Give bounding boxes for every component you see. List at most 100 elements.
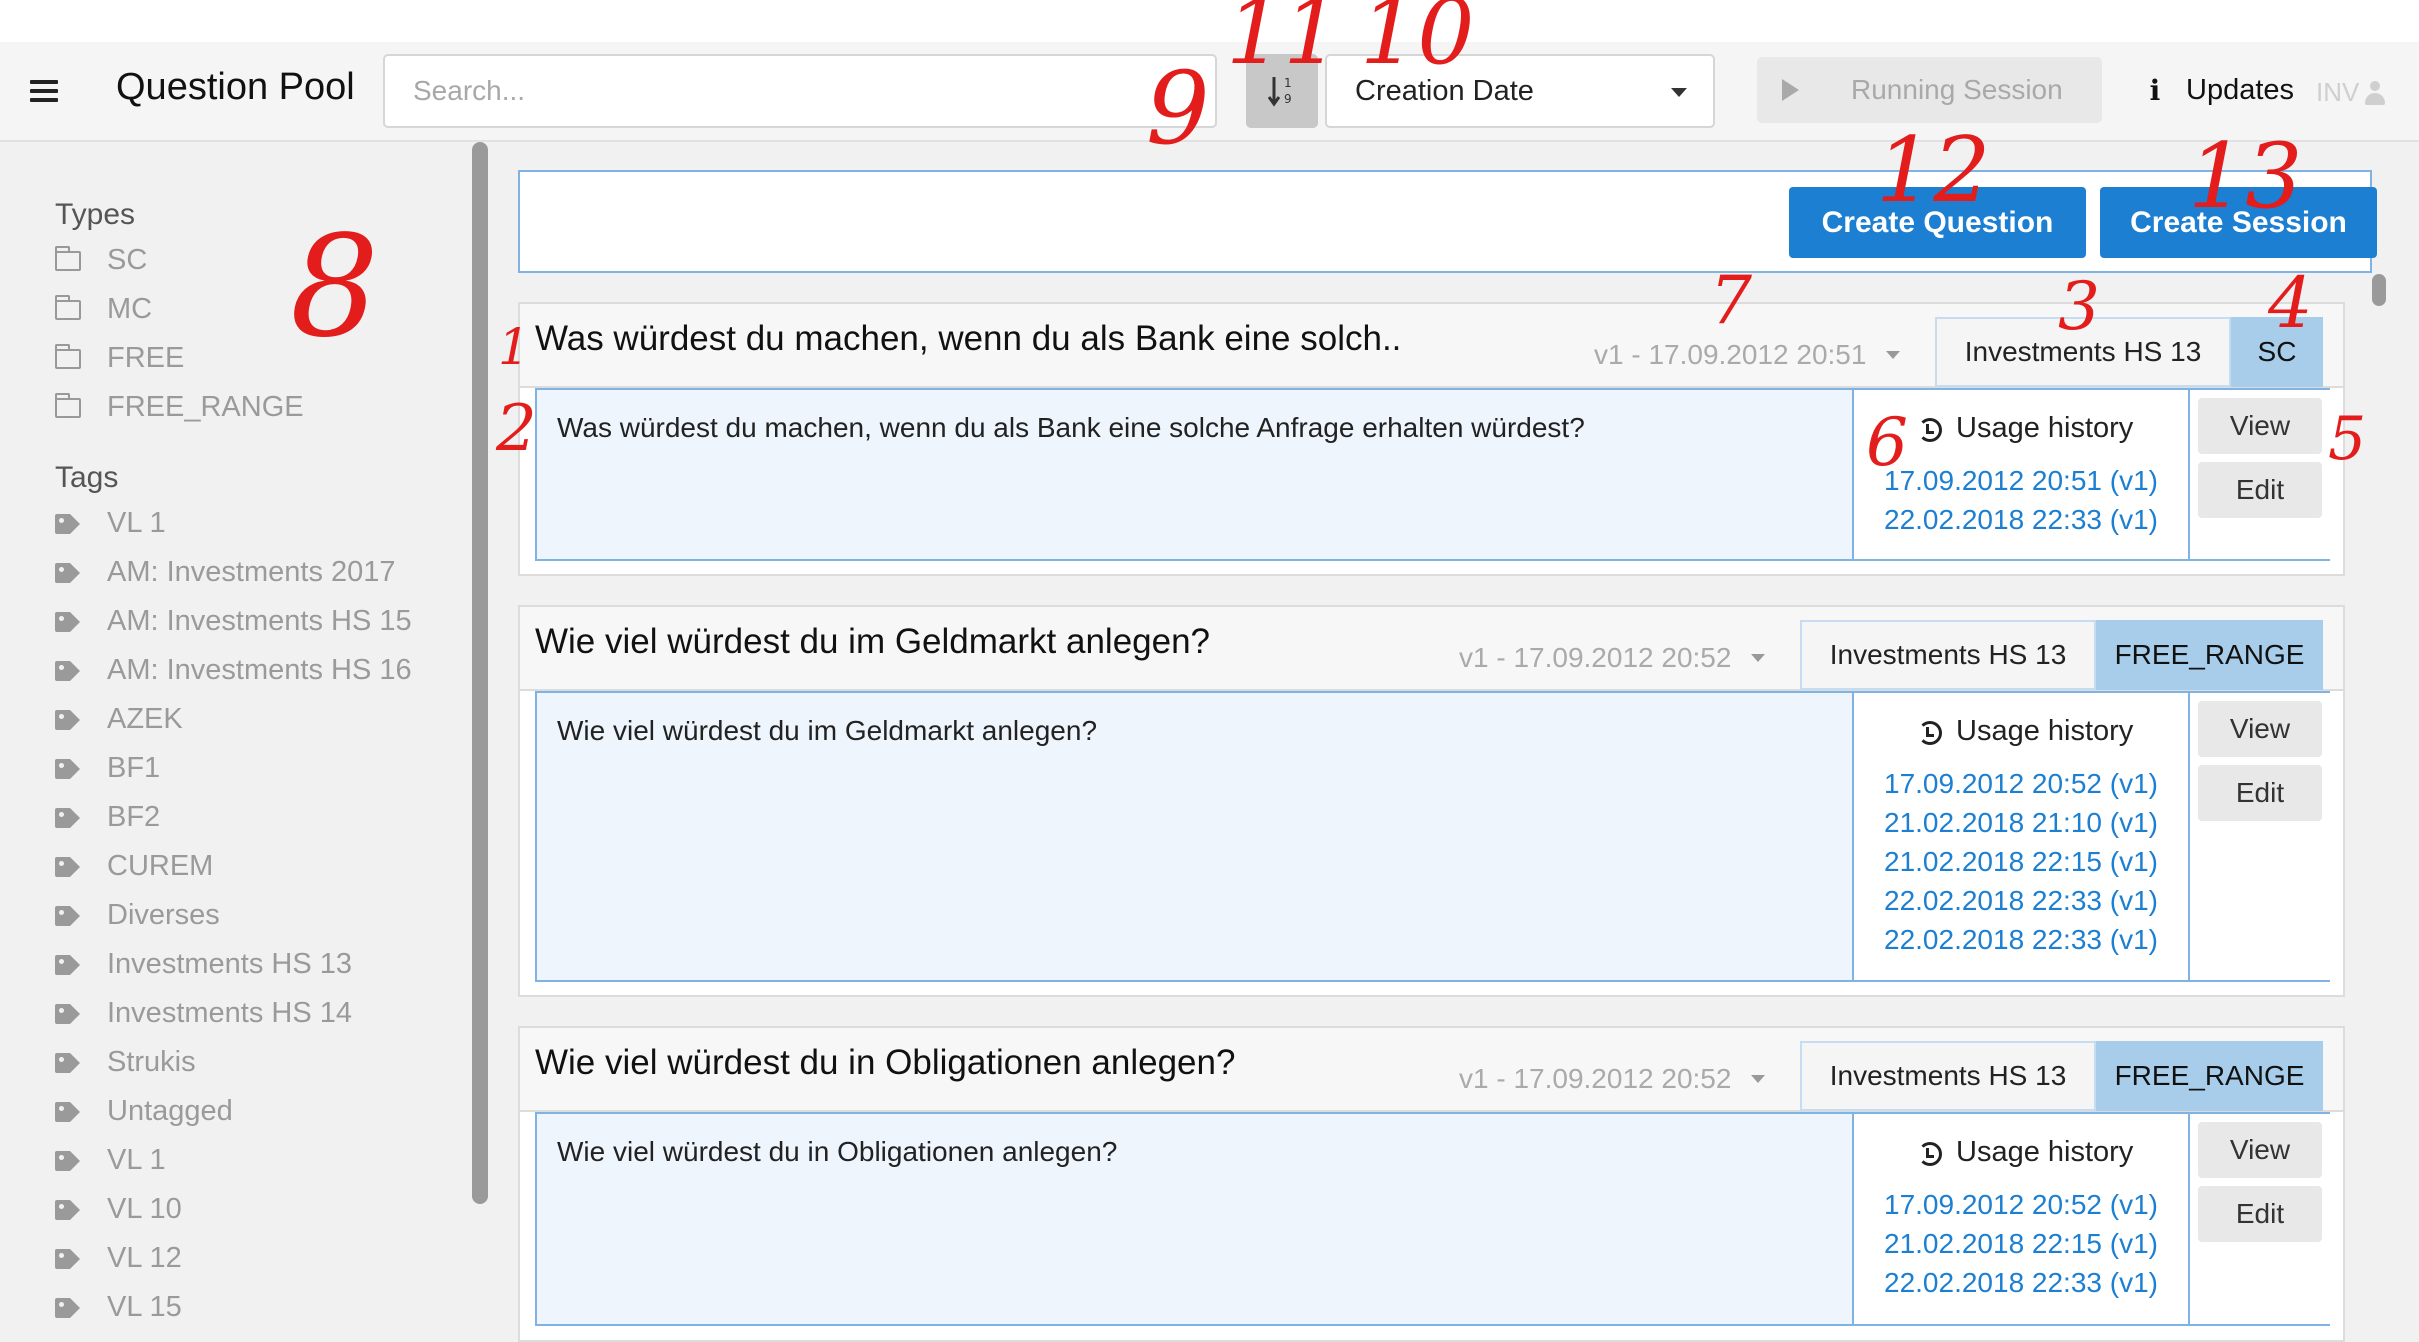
tag-filter[interactable]: AM: Investments 2017 <box>55 556 396 589</box>
usage-link[interactable]: 21.02.2018 22:15 (v1) <box>1884 1228 2158 1260</box>
sort-field-value: Creation Date <box>1355 74 1534 107</box>
usage-link[interactable]: 17.09.2012 20:52 (v1) <box>1884 768 2158 800</box>
question-actions: View Edit <box>2188 390 2330 559</box>
type-filter-mc[interactable]: MC <box>55 293 152 326</box>
type-filter-free-range[interactable]: FREE_RANGE <box>55 391 304 424</box>
type-label: SC <box>107 244 148 276</box>
usage-link[interactable]: 22.02.2018 22:33 (v1) <box>1884 504 2158 536</box>
main-scrollbar-thumb[interactable] <box>2372 274 2386 306</box>
tag-filter[interactable]: Strukis <box>55 1046 196 1079</box>
folder-icon <box>55 343 81 369</box>
tag-filter[interactable]: AM: Investments HS 15 <box>55 605 412 638</box>
folder-icon <box>55 245 81 271</box>
usage-history: Usage history 17.09.2012 20:51 (v1) 22.0… <box>1852 390 2188 559</box>
chevron-down-icon <box>1751 654 1766 662</box>
tag-filter[interactable]: Investments HS 13 <box>55 948 352 981</box>
question-title[interactable]: Was würdest du machen, wenn du als Bank … <box>535 319 1401 359</box>
tag-filter[interactable]: BF1 <box>55 752 160 785</box>
view-button[interactable]: View <box>2198 701 2322 757</box>
course-badge: Investments HS 13 <box>1935 317 2231 387</box>
course-badge: Investments HS 13 <box>1800 1041 2096 1111</box>
edit-button[interactable]: Edit <box>2198 462 2322 518</box>
version-select[interactable]: v1 - 17.09.2012 20:52 <box>1459 1063 1766 1095</box>
version-select[interactable]: v1 - 17.09.2012 20:52 <box>1459 642 1766 674</box>
tag-filter[interactable]: CUREM <box>55 850 213 883</box>
type-label: MC <box>107 293 153 325</box>
tag-filter[interactable]: VL 1 <box>55 507 166 540</box>
chevron-down-icon <box>1886 351 1901 359</box>
tag-icon <box>55 1052 80 1073</box>
type-badge: FREE_RANGE <box>2096 1041 2323 1111</box>
edit-button[interactable]: Edit <box>2198 1186 2322 1242</box>
version-label: v1 - 17.09.2012 20:52 <box>1459 1063 1732 1094</box>
question-title[interactable]: Wie viel würdest du in Obligationen anle… <box>535 1043 1235 1083</box>
sort-field-select[interactable]: Creation Date <box>1325 54 1715 128</box>
tag-label: Investments HS 13 <box>107 948 352 980</box>
tag-label: AZEK <box>107 703 183 735</box>
usage-link[interactable]: 17.09.2012 20:52 (v1) <box>1884 1189 2158 1221</box>
usage-history-heading: Usage history <box>1916 715 2133 748</box>
usage-link[interactable]: 22.02.2018 22:33 (v1) <box>1884 924 2158 956</box>
updates-link[interactable]: i Updates <box>2144 74 2294 107</box>
usage-history-label: Usage history <box>1956 1136 2134 1168</box>
question-actions: View Edit <box>2188 693 2330 980</box>
version-label: v1 - 17.09.2012 20:52 <box>1459 642 1732 673</box>
tag-filter[interactable]: BF2 <box>55 801 160 834</box>
question-title[interactable]: Wie viel würdest du im Geldmarkt anlegen… <box>535 622 1210 662</box>
type-label: FREE_RANGE <box>107 391 304 423</box>
sort-order-button[interactable]: 1 9 <box>1246 54 1318 128</box>
tag-filter[interactable]: AM: Investments HS 16 <box>55 654 412 687</box>
tag-filter[interactable]: VL 12 <box>55 1242 182 1275</box>
running-session-button[interactable]: Running Session <box>1757 57 2102 123</box>
tags-heading: Tags <box>55 461 119 494</box>
usage-history: Usage history 17.09.2012 20:52 (v1) 21.0… <box>1852 1114 2188 1324</box>
tag-filter[interactable]: Untagged <box>55 1095 233 1128</box>
tag-filter[interactable]: VL 15 <box>55 1291 182 1324</box>
type-label: FREE <box>107 342 185 374</box>
question-card: Was würdest du machen, wenn du als Bank … <box>518 302 2345 576</box>
types-heading: Types <box>55 198 136 231</box>
tag-filter[interactable]: Diverses <box>55 899 220 932</box>
sidebar-scrollbar-thumb[interactable] <box>472 142 488 1204</box>
type-badge: SC <box>2231 317 2323 387</box>
create-question-button[interactable]: Create Question <box>1789 187 2086 258</box>
chevron-down-icon <box>1671 88 1687 97</box>
usage-link[interactable]: 21.02.2018 21:10 (v1) <box>1884 807 2158 839</box>
user-menu[interactable]: INV <box>2316 77 2386 108</box>
tag-label: VL 12 <box>107 1242 182 1274</box>
tag-filter[interactable]: VL 10 <box>55 1193 182 1226</box>
user-label: INV <box>2316 77 2360 107</box>
type-filter-sc[interactable]: SC <box>55 244 147 277</box>
type-filter-free[interactable]: FREE <box>55 342 184 375</box>
search-input[interactable] <box>383 54 1217 128</box>
view-button[interactable]: View <box>2198 398 2322 454</box>
create-session-button[interactable]: Create Session <box>2100 187 2377 258</box>
tag-label: VL 10 <box>107 1193 182 1225</box>
edit-button[interactable]: Edit <box>2198 765 2322 821</box>
usage-history: Usage history 17.09.2012 20:52 (v1) 21.0… <box>1852 693 2188 980</box>
course-badge: Investments HS 13 <box>1800 620 2096 690</box>
tag-icon <box>55 856 80 877</box>
usage-link[interactable]: 17.09.2012 20:51 (v1) <box>1884 465 2158 497</box>
version-select[interactable]: v1 - 17.09.2012 20:51 <box>1594 339 1901 371</box>
play-icon <box>1782 79 1799 101</box>
question-actions: View Edit <box>2188 1114 2330 1324</box>
tag-label: VL 1 <box>107 507 166 539</box>
question-text: Wie viel würdest du im Geldmarkt anlegen… <box>557 715 1098 746</box>
usage-link[interactable]: 22.02.2018 22:33 (v1) <box>1884 1267 2158 1299</box>
usage-history-heading: Usage history <box>1916 1136 2133 1169</box>
tag-filter[interactable]: Investments HS 14 <box>55 997 352 1030</box>
svg-text:9: 9 <box>1284 92 1292 106</box>
user-icon <box>2365 80 2386 105</box>
usage-link[interactable]: 21.02.2018 22:15 (v1) <box>1884 846 2158 878</box>
view-button[interactable]: View <box>2198 1122 2322 1178</box>
tag-icon <box>55 1248 80 1269</box>
tag-filter[interactable]: AZEK <box>55 703 183 736</box>
tag-filter[interactable]: VL 1 <box>55 1144 166 1177</box>
svg-text:1: 1 <box>1284 76 1292 90</box>
menu-icon[interactable] <box>30 80 58 102</box>
tag-label: AM: Investments HS 16 <box>107 654 412 686</box>
updates-label: Updates <box>2186 74 2295 106</box>
usage-link[interactable]: 22.02.2018 22:33 (v1) <box>1884 885 2158 917</box>
question-body: Was würdest du machen, wenn du als Bank … <box>535 388 2330 561</box>
